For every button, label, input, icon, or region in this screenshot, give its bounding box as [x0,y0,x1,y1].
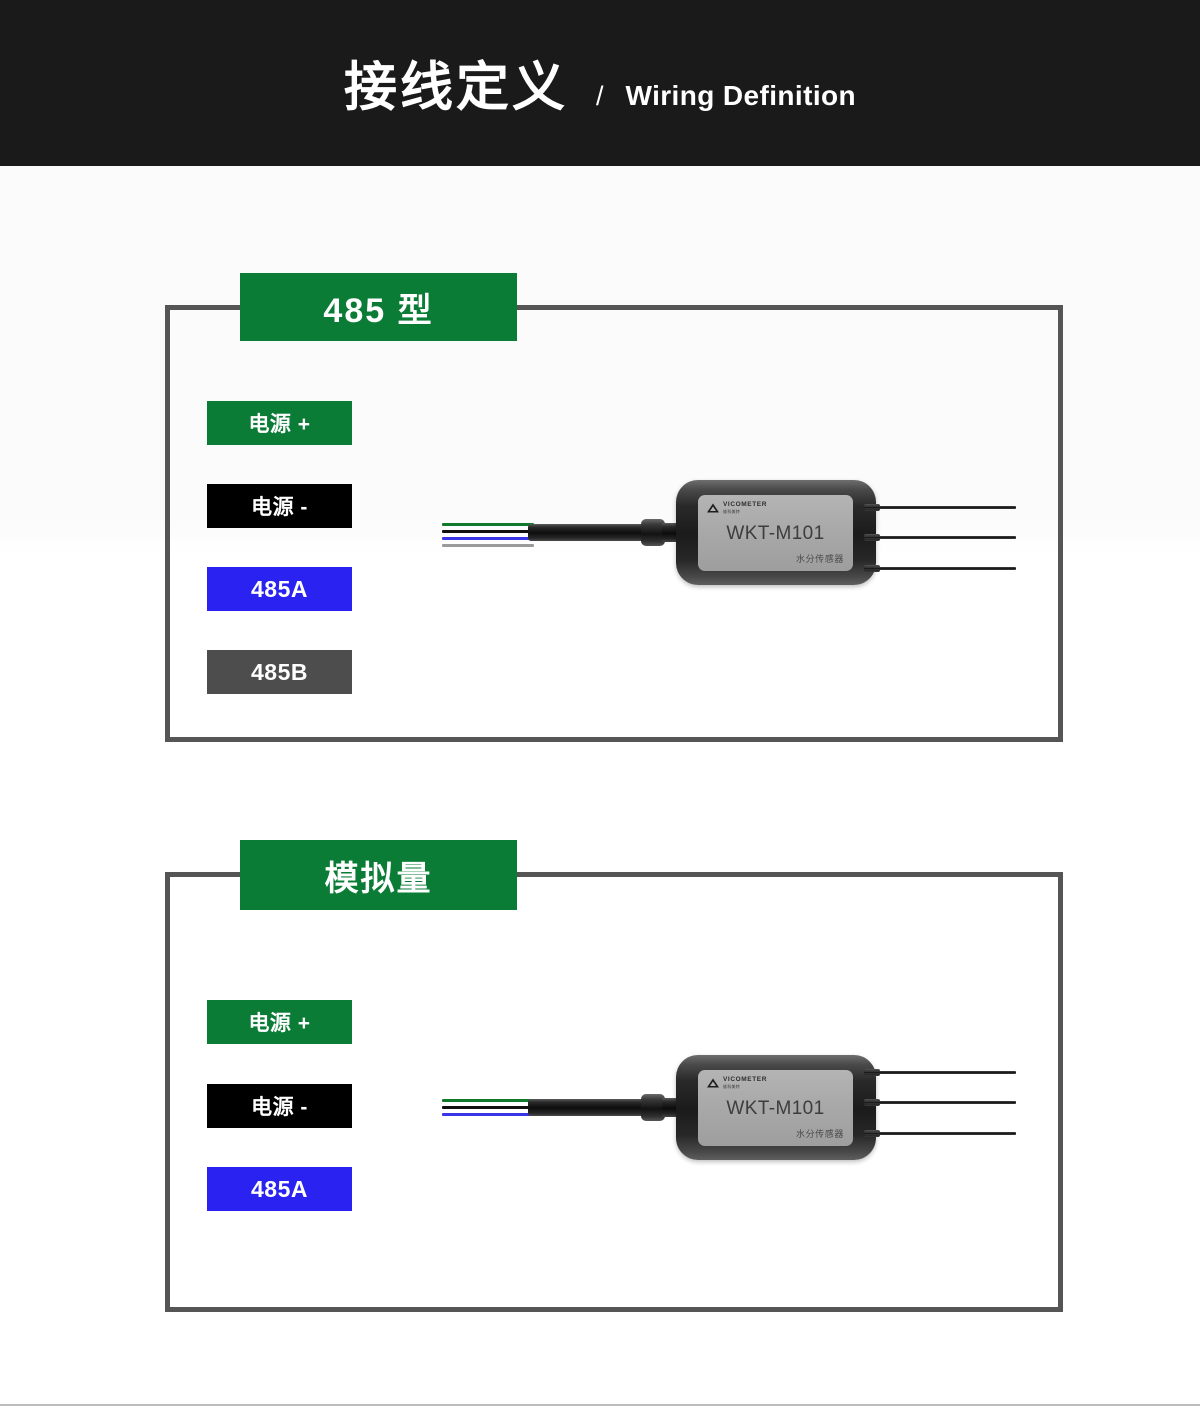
brand-text-wrap: VICOMETER 维科美特 [723,501,768,514]
wire-chip-power-positive-485: 电源 + [207,401,352,445]
sensor-diagram-485: VICOMETER 维科美特 WKT-M101 水分传感器 [440,462,1020,592]
sensor-diagram-analog: VICOMETER 维科美特 WKT-M101 水分传感器 [440,1037,1020,1167]
brand-logo: VICOMETER 维科美特 [706,501,768,514]
wire-chip-485a-analog: 485A [207,1167,352,1211]
wire-lead-blue [442,1113,534,1116]
sensor-body: VICOMETER 维科美特 WKT-M101 水分传感器 [676,1055,876,1160]
page-title-cn: 接线定义 [343,57,568,117]
page-header: 接线定义 / Wiring Definition [0,0,1200,166]
wire-lead-blue [442,537,534,540]
mountain-triangle-icon [707,1078,719,1088]
sensor-probe-pin-3 [864,1132,1016,1135]
brand-name: VICOMETER [723,1076,768,1083]
wire-lead-black [442,530,534,533]
wire-lead-black [442,1106,534,1109]
sensor-face-label: VICOMETER 维科美特 WKT-M101 水分传感器 [698,1070,853,1146]
wire-chip-power-negative-analog: 电源 - [207,1084,352,1128]
title-separator: / [595,80,604,111]
wire-lead-green [442,1099,534,1102]
brand-logo: VICOMETER 维科美特 [706,1076,768,1089]
mountain-triangle-icon [707,503,719,513]
header-title-group: 接线定义 / Wiring Definition [344,61,856,114]
brand-subtitle: 维科美特 [723,1084,741,1089]
sensor-model-text: WKT-M101 [726,1098,825,1119]
panel-tab-485: 485 型 [240,273,517,341]
brand-subtitle: 维科美特 [723,509,741,514]
sensor-probe-pin-2 [864,1101,1016,1104]
wire-chip-485b-485: 485B [207,650,352,694]
brand-name: VICOMETER [723,501,768,508]
page-title-en: Wiring Definition [625,79,857,111]
sensor-probe-pin-1 [864,1071,1016,1074]
sensor-probe-pin-3 [864,567,1016,570]
wire-chip-power-positive-analog: 电源 + [207,1000,352,1044]
wire-lead-gray [442,544,534,547]
page-bottom-divider [0,1404,1200,1406]
sensor-model-text: WKT-M101 [726,523,825,544]
wire-lead-green [442,523,534,526]
sensor-type-text: 水分传感器 [795,554,844,564]
sensor-face-label: VICOMETER 维科美特 WKT-M101 水分传感器 [698,495,853,571]
sensor-probe-pin-1 [864,506,1016,509]
wire-chip-485a-485: 485A [207,567,352,611]
panel-tab-analog: 模拟量 [240,840,517,910]
sensor-type-text: 水分传感器 [795,1129,844,1139]
wire-chip-power-negative-485: 电源 - [207,484,352,528]
sensor-probe-pin-2 [864,536,1016,539]
sensor-body: VICOMETER 维科美特 WKT-M101 水分传感器 [676,480,876,585]
brand-text-wrap: VICOMETER 维科美特 [723,1076,768,1089]
